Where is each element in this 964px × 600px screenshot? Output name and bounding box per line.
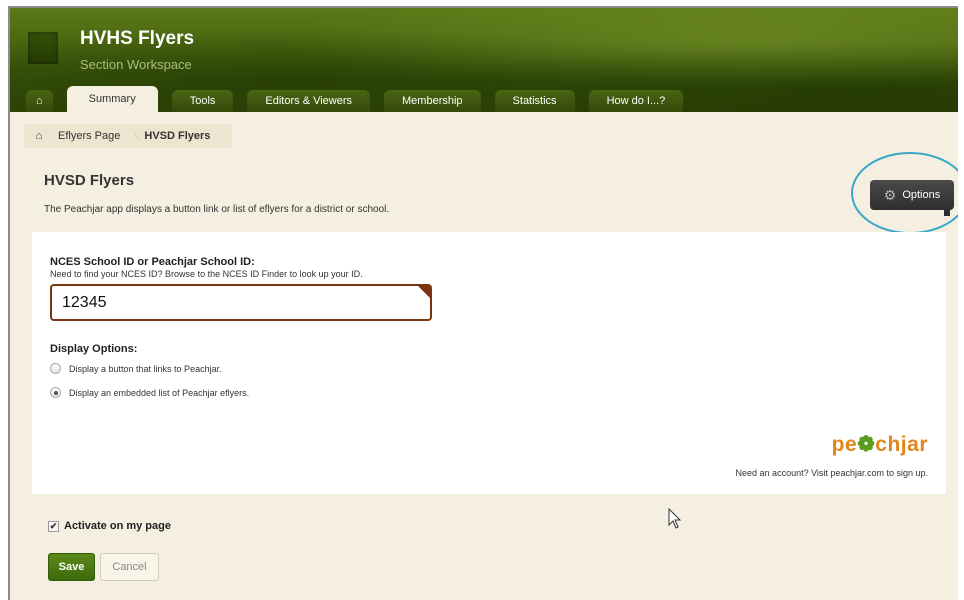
tab-how-do-i[interactable]: How do I...? (588, 90, 684, 112)
activate-label: Activate on my page (64, 520, 171, 532)
school-id-input[interactable] (50, 284, 432, 321)
breadcrumb-current-page: HVSD Flyers (132, 130, 222, 142)
activate-row[interactable]: ✔ Activate on my page (48, 520, 171, 532)
tab-home[interactable]: ⌂ (26, 90, 53, 112)
breadcrumb: ⌂ Eflyers Page HVSD Flyers (24, 124, 233, 148)
tab-bar: ⌂ Summary Tools Editors & Viewers Member… (26, 86, 697, 112)
activate-checkbox[interactable]: ✔ (48, 520, 59, 532)
app-frame: HVHS Flyers Section Workspace ⌂ Summary … (8, 6, 958, 600)
site-title: HVHS Flyers (80, 28, 195, 49)
school-id-label: NCES School ID or Peachjar School ID: (50, 256, 255, 268)
gear-icon: ⚙ (883, 186, 897, 203)
panel-title: HVSD Flyers (44, 172, 135, 189)
tab-tools[interactable]: Tools (171, 90, 234, 112)
radio-embedded-list[interactable] (50, 387, 61, 398)
signup-text[interactable]: Need an account? Visit peachjar.com to s… (736, 468, 928, 478)
save-button[interactable]: Save (48, 553, 95, 581)
display-option-list-label: Display an embedded list of Peachjar efl… (69, 387, 250, 398)
radio-button-link[interactable] (50, 363, 61, 374)
tab-summary[interactable]: Summary (66, 86, 158, 112)
school-id-help-text: Need to find your NCES ID? Browse to the… (50, 269, 363, 279)
site-subtitle: Section Workspace (80, 57, 192, 72)
peachjar-logo: pe❁chjar (831, 433, 928, 456)
input-corner-marker (418, 286, 430, 298)
options-button[interactable]: ⚙ Options (870, 180, 954, 216)
peach-icon: ❁ (857, 433, 876, 456)
display-option-button[interactable]: Display a button that links to Peachjar. (50, 363, 222, 374)
display-option-button-label: Display a button that links to Peachjar. (69, 363, 222, 374)
options-label: Options (902, 189, 941, 201)
cancel-button[interactable]: Cancel (100, 553, 159, 581)
mouse-cursor-icon (668, 508, 682, 529)
display-options-label: Display Options: (50, 343, 138, 355)
section-icon (28, 32, 58, 64)
breadcrumb-eflyers-page[interactable]: Eflyers Page (46, 130, 132, 142)
app-settings-panel: NCES School ID or Peachjar School ID: Ne… (32, 232, 946, 494)
display-option-list[interactable]: Display an embedded list of Peachjar efl… (50, 387, 249, 398)
site-header: HVHS Flyers Section Workspace ⌂ Summary … (10, 8, 958, 112)
tab-statistics[interactable]: Statistics (494, 90, 575, 112)
panel-description: The Peachjar app displays a button link … (44, 204, 390, 215)
tab-membership[interactable]: Membership (384, 90, 481, 112)
tab-editors-viewers[interactable]: Editors & Viewers (247, 90, 371, 112)
home-icon: ⌂ (36, 95, 43, 107)
home-icon[interactable]: ⌂ (32, 130, 46, 142)
